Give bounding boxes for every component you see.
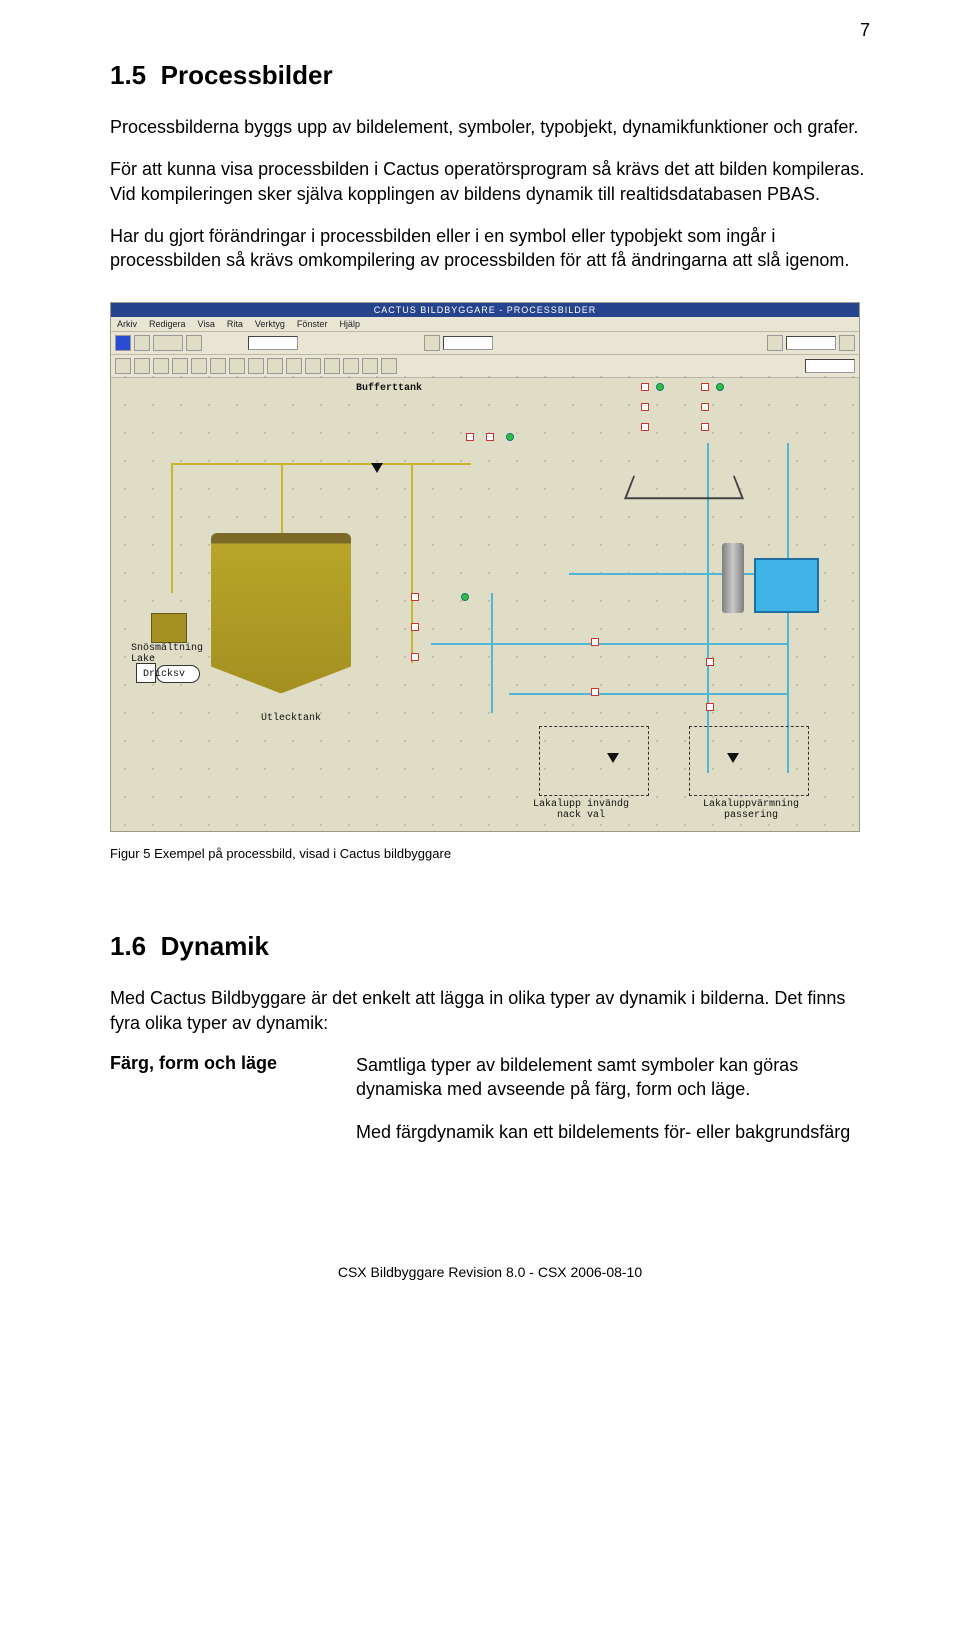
figure-5: CACTUS BILDBYGGARE - PROCESSBILDER Arkiv… (110, 302, 870, 861)
menu-item[interactable]: Verktyg (255, 319, 285, 329)
menubar: Arkiv Redigera Visa Rita Verktyg Fönster… (111, 317, 859, 332)
section-number: 1.5 (110, 60, 146, 90)
menu-item[interactable]: Arkiv (117, 319, 137, 329)
node (411, 593, 419, 601)
section-heading-1: 1.5 Processbilder (110, 60, 870, 91)
node (641, 383, 649, 391)
pipe (411, 463, 413, 663)
node (701, 423, 709, 431)
section-title: Dynamik (161, 931, 269, 961)
canvas-label: Lakalupp invändg nack val (533, 799, 629, 821)
node (411, 653, 419, 661)
menu-item[interactable]: Redigera (149, 319, 186, 329)
menu-item[interactable]: Fönster (297, 319, 328, 329)
node (656, 383, 664, 391)
tool-field[interactable] (786, 336, 836, 350)
tool-button[interactable] (839, 335, 855, 351)
app-screenshot: CACTUS BILDBYGGARE - PROCESSBILDER Arkiv… (110, 302, 860, 832)
section-title: Processbilder (161, 60, 333, 90)
page-footer: CSX Bildbyggare Revision 8.0 - CSX 2006-… (110, 1264, 870, 1280)
section1-p3: Har du gjort förändringar i processbilde… (110, 224, 870, 273)
menu-item[interactable]: Visa (198, 319, 215, 329)
figure-caption: Figur 5 Exempel på processbild, visad i … (110, 846, 870, 861)
node (506, 433, 514, 441)
page-number: 7 (860, 20, 870, 41)
node (591, 638, 599, 646)
dynamik-desc-p2: Med färgdynamik kan ett bildelements för… (356, 1120, 870, 1144)
selection-box (689, 726, 809, 796)
node (641, 403, 649, 411)
tool-field[interactable] (443, 336, 493, 350)
pipe (171, 463, 173, 593)
pipe (491, 593, 493, 713)
node (701, 383, 709, 391)
node (701, 403, 709, 411)
pipe (171, 463, 471, 465)
tool-button[interactable] (424, 335, 440, 351)
toolbar-1 (111, 332, 859, 355)
node (716, 383, 724, 391)
node (641, 423, 649, 431)
canvas-label: Lakaluppvärmning passering (703, 799, 799, 821)
canvas-label: Snösmältning Lake (131, 643, 203, 665)
pool (754, 558, 819, 613)
canvas-label: Utlecktank (261, 713, 321, 724)
dynamik-label: Färg, form och läge (110, 1053, 320, 1144)
section1-p2: För att kunna visa processbilden i Cactu… (110, 157, 870, 206)
column (722, 543, 744, 613)
tool-button[interactable] (153, 335, 183, 351)
menu-item[interactable]: Rita (227, 319, 243, 329)
node (466, 433, 474, 441)
tool-field[interactable] (248, 336, 298, 350)
canvas-label: Bufferttank (356, 383, 422, 394)
node (706, 703, 714, 711)
section1-p1: Processbilderna byggs upp av bildelement… (110, 115, 870, 139)
node (486, 433, 494, 441)
document-page: 7 1.5 Processbilder Processbilderna bygg… (0, 0, 960, 1320)
pipe (509, 693, 789, 695)
window-titlebar: CACTUS BILDBYGGARE - PROCESSBILDER (111, 303, 859, 317)
drawing-canvas[interactable]: Bufferttank Utlecktank Snösmältning Lake… (111, 363, 859, 831)
tool-button[interactable] (186, 335, 202, 351)
section-heading-2: 1.6 Dynamik (110, 931, 870, 962)
section-number: 1.6 (110, 931, 146, 961)
node (461, 593, 469, 601)
section2-p1: Med Cactus Bildbyggare är det enkelt att… (110, 986, 870, 1035)
tool-button[interactable] (115, 335, 131, 351)
pipe (431, 643, 561, 645)
node (706, 658, 714, 666)
tool-button[interactable] (134, 335, 150, 351)
dynamik-row: Färg, form och läge Samtliga typer av bi… (110, 1053, 870, 1144)
tool-button[interactable] (767, 335, 783, 351)
node (411, 623, 419, 631)
menu-item[interactable]: Hjälp (339, 319, 360, 329)
canvas-label: Dricksv (143, 669, 185, 680)
arrow-icon (371, 463, 383, 473)
main-tank (211, 543, 351, 693)
funnel (629, 473, 739, 523)
node (591, 688, 599, 696)
dynamik-desc-p1: Samtliga typer av bildelement samt symbo… (356, 1053, 870, 1102)
small-tank (151, 613, 187, 643)
selection-box (539, 726, 649, 796)
dynamik-desc: Samtliga typer av bildelement samt symbo… (356, 1053, 870, 1144)
pipe (281, 463, 283, 533)
